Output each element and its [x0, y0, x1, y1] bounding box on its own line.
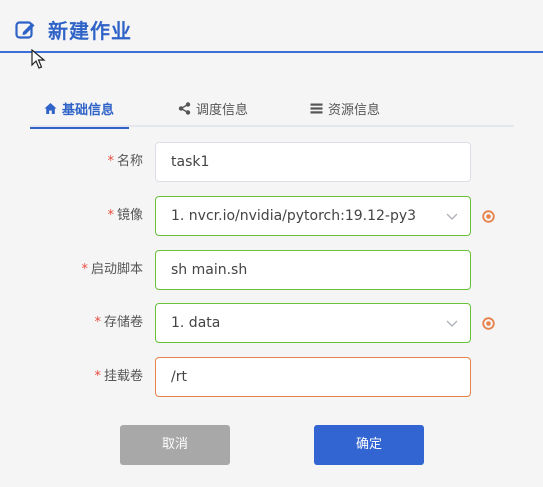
required-mark: * [107, 154, 114, 169]
tab-schedule-info[interactable]: 调度信息 [178, 90, 248, 127]
status-dot-icon[interactable] [482, 317, 495, 330]
share-icon [178, 102, 191, 115]
tab-resource-info[interactable]: 资源信息 [310, 90, 380, 127]
list-icon [310, 103, 323, 114]
page-title: 新建作业 [48, 19, 132, 43]
tab-basic-info-label: 基础信息 [62, 103, 115, 118]
confirm-button[interactable]: 确定 [314, 425, 424, 465]
mount-label: * 挂载卷 [94, 369, 143, 384]
start-script-label: * 启动脚本 [81, 262, 143, 277]
cancel-button[interactable]: 取消 [120, 425, 230, 465]
volume-select-value: 1. data [171, 315, 221, 331]
mount-input[interactable]: /rt [155, 357, 471, 397]
form-row-start-script: * 启动脚本 sh main.sh [0, 250, 543, 290]
required-mark: * [107, 208, 114, 223]
chevron-down-icon [446, 213, 458, 220]
form-row-volume: * 存储卷 1. data [0, 303, 543, 343]
edit-icon [15, 21, 35, 39]
status-dot-icon[interactable] [482, 210, 495, 223]
form-row-mount: * 挂载卷 /rt [0, 357, 543, 397]
required-mark: * [81, 262, 88, 277]
home-icon [44, 103, 57, 114]
name-input[interactable]: task1 [155, 142, 471, 182]
volume-label: * 存储卷 [94, 315, 143, 330]
active-tab-indicator [30, 127, 130, 129]
tab-resource-info-label: 资源信息 [328, 103, 381, 118]
start-script-input[interactable]: sh main.sh [155, 250, 471, 290]
tab-bar: 基础信息 调度信息 资源信息 [30, 90, 514, 129]
name-label: * 名称 [107, 154, 143, 169]
tab-schedule-info-label: 调度信息 [196, 103, 249, 118]
page-header: 新建作业 [0, 0, 543, 53]
form-row-name: * 名称 task1 [0, 142, 543, 182]
volume-select[interactable]: 1. data [155, 303, 471, 343]
required-mark: * [94, 315, 101, 330]
chevron-down-icon [446, 320, 458, 327]
form-row-image: * 镜像 1. nvcr.io/nvidia/pytorch:19.12-py3 [0, 196, 543, 236]
image-label: * 镜像 [107, 208, 143, 223]
mouse-cursor-icon [31, 49, 46, 69]
image-select-value: 1. nvcr.io/nvidia/pytorch:19.12-py3 [171, 208, 417, 224]
image-select[interactable]: 1. nvcr.io/nvidia/pytorch:19.12-py3 [155, 196, 471, 236]
required-mark: * [94, 369, 101, 384]
tab-basic-info[interactable]: 基础信息 [30, 90, 130, 129]
